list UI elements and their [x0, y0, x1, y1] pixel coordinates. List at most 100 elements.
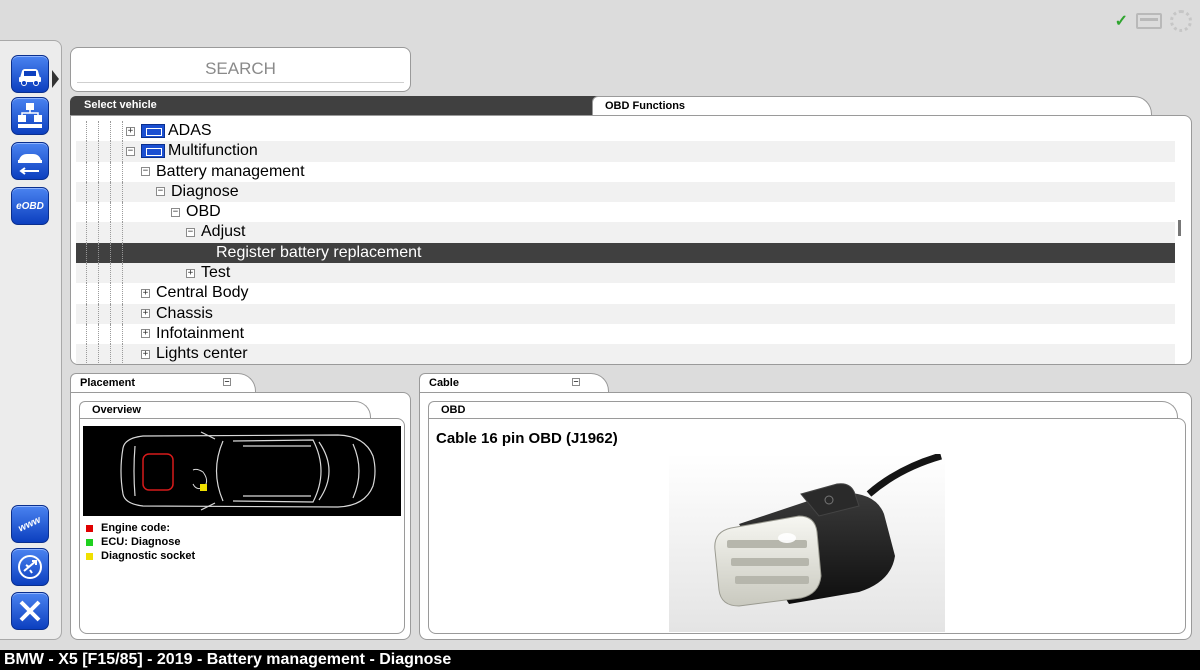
tree-guide-line [122, 141, 123, 162]
collapse-icon[interactable]: − [572, 378, 580, 386]
www-button[interactable]: www [11, 505, 49, 543]
expand-icon[interactable]: + [141, 288, 150, 298]
tab-obd[interactable]: OBD [428, 401, 1178, 419]
tab-obd-functions[interactable]: OBD Functions [592, 96, 1152, 116]
car-top-view-diagram [83, 426, 401, 516]
close-icon[interactable] [11, 592, 49, 630]
expand-icon[interactable]: + [141, 349, 150, 359]
tree-guide-line [122, 303, 123, 324]
tree-guide-line [110, 181, 111, 203]
legend-label: Diagnostic socket [101, 550, 196, 562]
tab-overview[interactable]: Overview [79, 401, 371, 419]
left-sidebar: eOBD www [0, 40, 62, 640]
collapse-icon[interactable]: − [141, 167, 150, 177]
tree-item[interactable]: + Central Body [76, 283, 1175, 304]
tab-select-vehicle[interactable]: Select vehicle [70, 96, 600, 116]
tree-item-label: Register battery replacement [216, 243, 422, 261]
tree-guide-line [86, 121, 87, 142]
collapse-icon[interactable]: − [223, 378, 231, 386]
tree-item-label: Battery management [156, 162, 305, 180]
legend-label: ECU: Diagnose [101, 536, 181, 548]
legend-label: Engine code: [101, 522, 171, 534]
module-icon [141, 124, 165, 138]
expand-icon[interactable]: + [141, 309, 150, 319]
collapse-icon[interactable]: − [156, 187, 165, 197]
tree-guide-line [122, 161, 123, 182]
tree-item[interactable]: − Diagnose [76, 181, 1175, 203]
car-lift-icon[interactable] [11, 142, 49, 180]
expand-icon[interactable]: + [126, 126, 135, 136]
tree-node: + Central Body [141, 283, 249, 303]
tree-guide-line [122, 222, 123, 243]
scrollbar-thumb[interactable] [1178, 220, 1181, 236]
tree-item-label: Infotainment [156, 324, 245, 342]
tab-placement[interactable]: Placement − [70, 373, 256, 393]
module-icon [141, 144, 165, 159]
tree-node: − Diagnose [156, 182, 239, 202]
tree-guide-line [98, 303, 99, 324]
tree-guide-line [86, 222, 87, 243]
expand-icon[interactable]: + [141, 329, 150, 339]
legend-swatch-yellow [86, 552, 93, 560]
www-label: www [17, 514, 43, 534]
tree-guide-line [122, 181, 123, 203]
tree-guide-line [110, 141, 111, 162]
car-icon[interactable] [11, 55, 49, 93]
check-icon: ✓ [1114, 13, 1128, 30]
tree-item[interactable]: − Battery management [76, 161, 1175, 182]
legend-swatch-green [86, 538, 93, 546]
tree-item-selected[interactable]: Register battery replacement [76, 242, 1175, 264]
placement-panel: Overview Engine code: ECU: Diagnose Diag… [70, 392, 411, 640]
obd-functions-tree-panel: + ADAS − Multifunction − Battery management − D… [70, 115, 1192, 365]
tree-guide-line [122, 263, 123, 284]
tree-guide-line [110, 121, 111, 142]
tree-item-label: OBD [186, 203, 221, 221]
eobd-button[interactable]: eOBD [11, 187, 49, 225]
vehicle-status-bar: BMW - X5 [F15/85] - 2019 - Battery manag… [0, 650, 1200, 670]
airplane-icon[interactable] [11, 548, 49, 586]
tree-item[interactable]: − OBD [76, 202, 1175, 223]
tree-guide-line [86, 344, 87, 364]
tree-guide-line [110, 202, 111, 223]
collapse-icon[interactable]: − [126, 146, 135, 156]
cable-panel: OBD Cable 16 pin OBD (J1962) [419, 392, 1192, 640]
tree-item[interactable]: + Infotainment [76, 323, 1175, 345]
tree-guide-line [86, 181, 87, 203]
tree-guide-line [86, 242, 87, 264]
tree-node: Register battery replacement [216, 243, 421, 263]
search-input[interactable] [77, 55, 404, 83]
tree-item[interactable]: + ADAS [76, 121, 1175, 142]
tree-node: − Battery management [141, 162, 305, 182]
tree-node: + ADAS [126, 121, 212, 141]
tree-guide-line [98, 222, 99, 243]
tree-guide-line [98, 202, 99, 223]
tree-node: + Lights center [141, 344, 248, 364]
tree-node: + Chassis [141, 304, 213, 324]
tree-guide-line [98, 121, 99, 142]
tree-node: − Multifunction [126, 141, 258, 161]
tree-guide-line [98, 283, 99, 304]
tree-item[interactable]: + Test [76, 263, 1175, 284]
tree-guide-line [122, 242, 123, 264]
expand-icon[interactable]: + [186, 268, 195, 278]
tree-guide-line [86, 202, 87, 223]
tree-item[interactable]: − Multifunction [76, 141, 1175, 162]
diagnostic-tree-icon[interactable] [11, 97, 49, 135]
legend-item-engine-code: Engine code: [86, 521, 195, 535]
legend-item-diagnostic-socket: Diagnostic socket [86, 549, 195, 563]
tree-guide-line [110, 222, 111, 243]
collapse-icon[interactable]: − [186, 227, 195, 237]
status-area: ✓ [1115, 10, 1192, 32]
tree-item-label: ADAS [168, 122, 212, 139]
placement-tab-label: Placement [80, 377, 136, 389]
tree-item[interactable]: − Adjust [76, 222, 1175, 243]
tab-cable[interactable]: Cable − [419, 373, 609, 393]
tree-guide-line [98, 263, 99, 284]
tree-guide-line [86, 303, 87, 324]
tree-item[interactable]: + Chassis [76, 303, 1175, 324]
tree-item-label: Diagnose [171, 182, 239, 200]
tree-guide-line [110, 344, 111, 364]
collapse-icon[interactable]: − [171, 207, 180, 217]
tree-item[interactable]: + Lights center [76, 344, 1175, 364]
legend-swatch-red [86, 524, 93, 532]
